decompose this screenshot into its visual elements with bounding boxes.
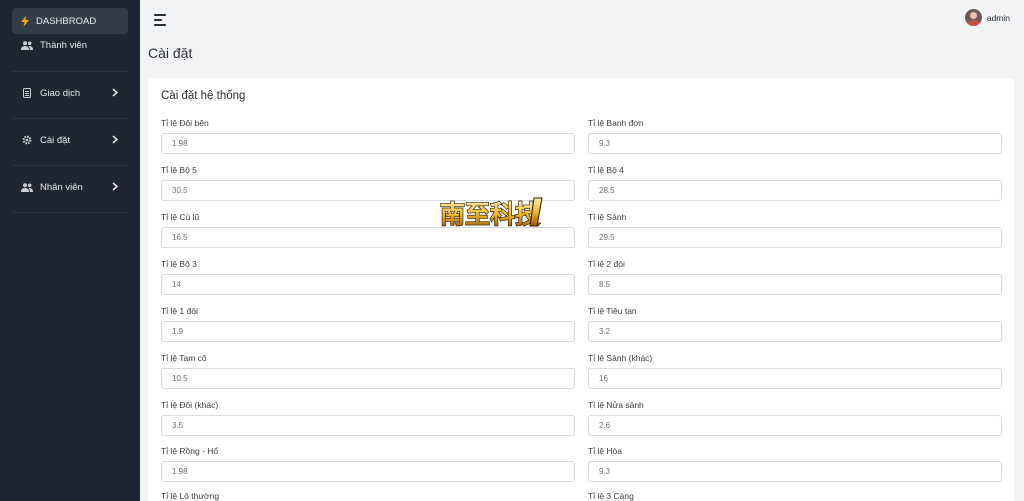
user-menu[interactable]: admin: [964, 9, 1010, 26]
rate-input[interactable]: [588, 461, 1002, 482]
menu-toggle-icon[interactable]: [154, 13, 168, 27]
sidebar-item-label: Giao dịch: [40, 87, 81, 99]
divider: [12, 165, 128, 166]
sidebar-item-settings[interactable]: Cài đặt: [12, 127, 128, 153]
chevron-right-icon: [112, 135, 119, 147]
lightning-icon: [18, 15, 32, 27]
field-label: Tỉ lệ Sảnh (khác): [588, 353, 653, 363]
rate-input[interactable]: [161, 368, 575, 389]
field-label: Tỉ lệ Tam cô: [161, 353, 207, 363]
rate-input[interactable]: [588, 133, 1002, 154]
watermark-text: 南至科技: [440, 200, 540, 229]
sidebar-item-label: DASHBROAD: [36, 15, 97, 27]
field-label: Tỉ lệ Lô thường: [161, 491, 220, 501]
sidebar: DASHBROAD Thành viên Giao dịch Cài đặt N…: [0, 0, 140, 501]
rate-input[interactable]: [161, 415, 575, 436]
field-label: Tỉ lệ Nửa sảnh: [588, 400, 644, 410]
card-title: Cài đặt hệ thống: [161, 90, 246, 102]
users-icon: [20, 182, 34, 192]
sidebar-item-transactions[interactable]: Giao dịch: [12, 80, 128, 106]
field-label: Tỉ lệ Đôi (khác): [161, 400, 219, 410]
users-icon: [20, 40, 34, 50]
chevron-right-icon: [112, 88, 119, 100]
rate-input[interactable]: [161, 274, 575, 295]
field-label: Tỉ lệ Cù lũ: [161, 212, 200, 222]
field-label: Tỉ lệ Sảnh: [588, 212, 627, 222]
sidebar-item-label: Thành viên: [40, 39, 88, 51]
page-title: Cài đặt: [148, 45, 193, 61]
settings-card: Cài đặt hệ thống Tỉ lệ Đôi bên Tỉ lệ Ban…: [148, 78, 1014, 501]
chevron-right-icon: [112, 182, 119, 194]
divider: [12, 212, 128, 213]
topbar: admin: [140, 0, 1024, 40]
user-name: admin: [986, 12, 1010, 23]
rate-input[interactable]: [161, 133, 575, 154]
field-label: Tỉ lệ Rồng - Hổ: [161, 446, 219, 456]
rate-input[interactable]: [588, 227, 1002, 248]
gear-icon: [20, 135, 34, 145]
sidebar-item-members[interactable]: Thành viên: [12, 32, 128, 58]
rate-input[interactable]: [588, 274, 1002, 295]
sidebar-item-label: Cài đặt: [40, 134, 71, 146]
field-label: Tỉ lệ Hòa: [588, 446, 623, 456]
sidebar-item-staff[interactable]: Nhân viên: [12, 174, 128, 200]
watermark-logo: 南至科技: [438, 192, 546, 232]
field-label: Tỉ lệ Bộ 4: [588, 165, 624, 175]
field-label: Tỉ lệ Tiêu tan: [588, 306, 637, 316]
field-label: Tỉ lệ Bộ 5: [161, 165, 197, 175]
rate-input[interactable]: [588, 415, 1002, 436]
field-label: Tỉ lệ Bộ 3: [161, 259, 197, 269]
document-icon: [20, 88, 34, 98]
divider: [12, 71, 128, 72]
rate-input[interactable]: [161, 461, 575, 482]
field-label: Tỉ lệ Đôi bên: [161, 118, 209, 128]
sidebar-item-label: Nhân viên: [40, 181, 83, 193]
divider: [12, 118, 128, 119]
rate-input[interactable]: [588, 321, 1002, 342]
rate-input[interactable]: [588, 368, 1002, 389]
field-label: Tỉ lệ 2 đôi: [588, 259, 625, 269]
field-label: Tỉ lệ 1 đôi: [161, 306, 198, 316]
field-label: Tỉ lệ 3 Càng: [588, 491, 634, 501]
avatar: [964, 9, 982, 26]
field-label: Tỉ lệ Banh đơn: [588, 118, 644, 128]
rate-input[interactable]: [588, 180, 1002, 201]
sidebar-item-dashboard[interactable]: DASHBROAD: [12, 8, 128, 34]
rate-input[interactable]: [161, 321, 575, 342]
